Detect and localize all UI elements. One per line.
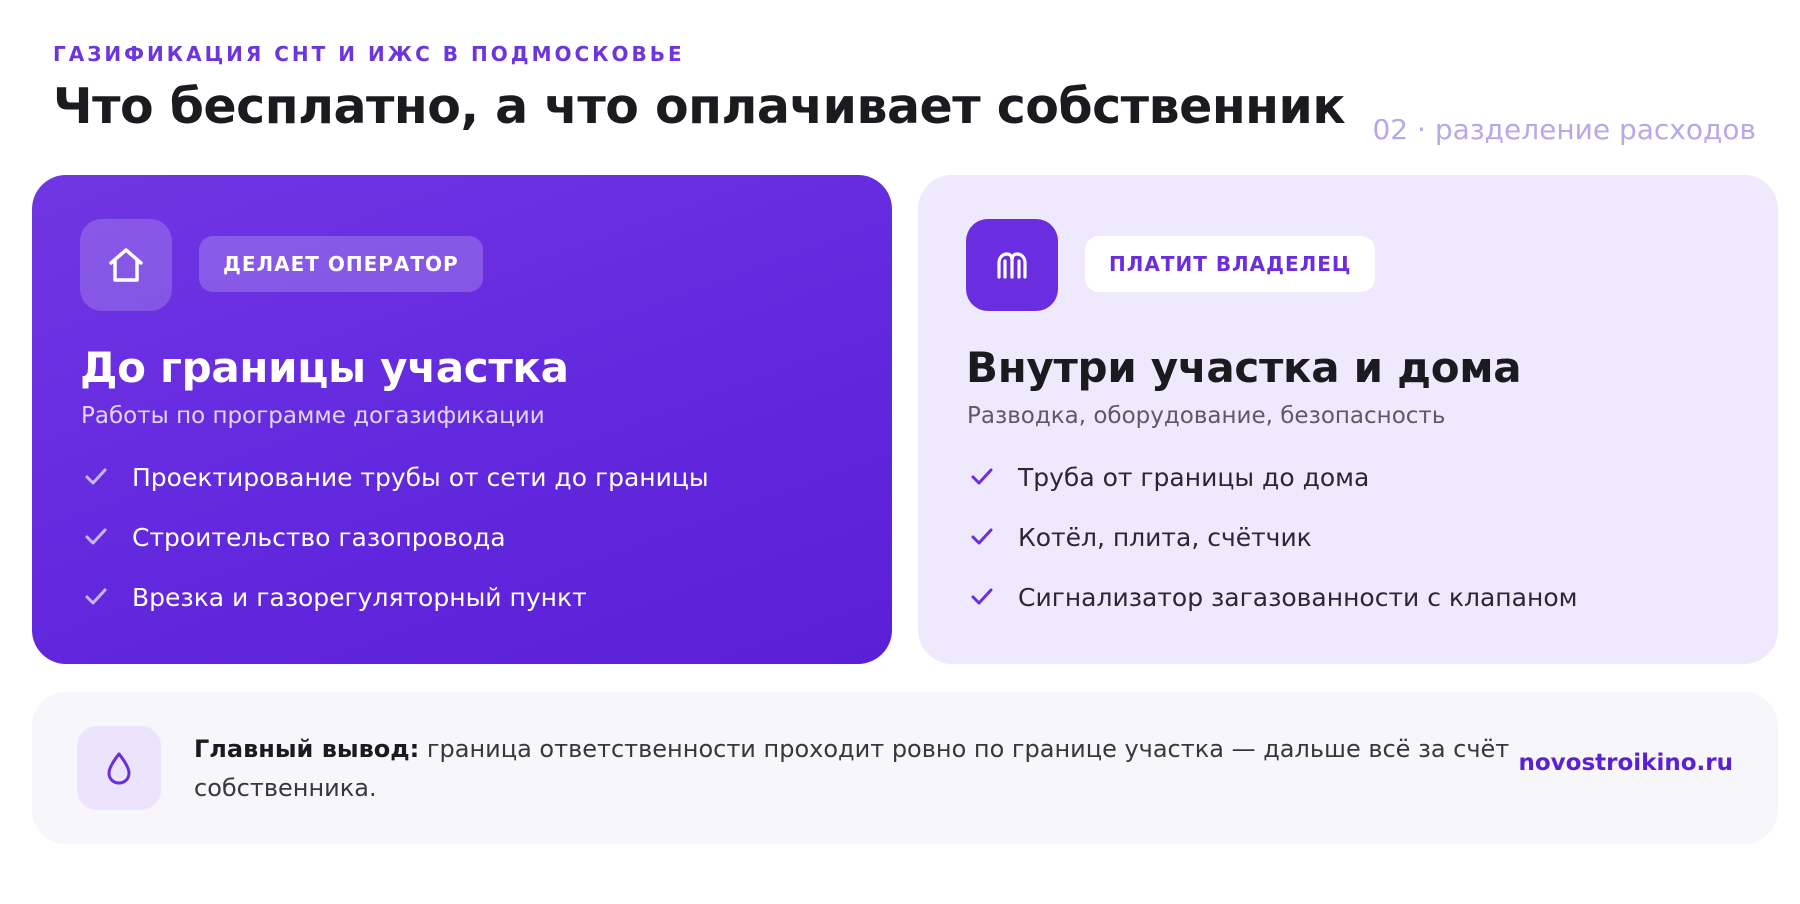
check-icon	[80, 581, 112, 613]
list-item-label: Строительство газопровода	[132, 522, 506, 552]
section-tag: 02 · разделение расходов	[1372, 113, 1756, 146]
list-item-label: Сигнализатор загазованности с клапаном	[1018, 582, 1578, 612]
owner-badge: ПЛАТИТ ВЛАДЕЛЕЦ	[1085, 236, 1376, 292]
owner-card-subtitle: Разводка, оборудование, безопасность	[967, 403, 1446, 429]
drop-icon	[77, 726, 161, 810]
operator-card-subtitle: Работы по программе догазификации	[81, 403, 545, 429]
list-item-label: Котёл, плита, счётчик	[1018, 522, 1312, 552]
list-item-label: Врезка и газорегуляторный пункт	[132, 582, 587, 612]
check-icon	[80, 521, 112, 553]
list-item: Сигнализатор загазованности с клапаном	[966, 567, 1577, 627]
owner-list: Труба от границы до дома Котёл, плита, с…	[966, 447, 1577, 627]
check-icon	[80, 461, 112, 493]
list-item: Котёл, плита, счётчик	[966, 507, 1577, 567]
operator-list: Проектирование трубы от сети до границы …	[80, 447, 709, 627]
list-item-label: Проектирование трубы от сети до границы	[132, 462, 709, 492]
home-icon	[80, 219, 172, 311]
list-item: Проектирование трубы от сети до границы	[80, 447, 709, 507]
summary-text: Главный вывод: граница ответственности п…	[194, 730, 1534, 808]
page-title: Что бесплатно, а что оплачивает собствен…	[53, 78, 1346, 135]
check-icon	[966, 581, 998, 613]
slide: ГАЗИФИКАЦИЯ СНТ И ИЖС В ПОДМОСКОВЬЕ Что …	[0, 0, 1800, 904]
site-link[interactable]: novostroikino.ru	[1519, 750, 1734, 776]
summary-panel: Главный вывод: граница ответственности п…	[32, 692, 1778, 844]
operator-card: ДЕЛАЕТ ОПЕРАТОР До границы участка Работ…	[32, 175, 892, 664]
summary-lead: Главный вывод:	[194, 735, 420, 763]
eyebrow-label: ГАЗИФИКАЦИЯ СНТ И ИЖС В ПОДМОСКОВЬЕ	[53, 42, 685, 66]
operator-badge: ДЕЛАЕТ ОПЕРАТОР	[199, 236, 483, 292]
operator-card-title: До границы участка	[80, 343, 569, 392]
owner-card: ПЛАТИТ ВЛАДЕЛЕЦ Внутри участка и дома Ра…	[918, 175, 1778, 664]
owner-card-title: Внутри участка и дома	[966, 343, 1522, 392]
list-item: Врезка и газорегуляторный пункт	[80, 567, 709, 627]
check-icon	[966, 461, 998, 493]
list-item: Строительство газопровода	[80, 507, 709, 567]
ruble-wallet-icon	[966, 219, 1058, 311]
list-item: Труба от границы до дома	[966, 447, 1577, 507]
list-item-label: Труба от границы до дома	[1018, 462, 1370, 492]
check-icon	[966, 521, 998, 553]
